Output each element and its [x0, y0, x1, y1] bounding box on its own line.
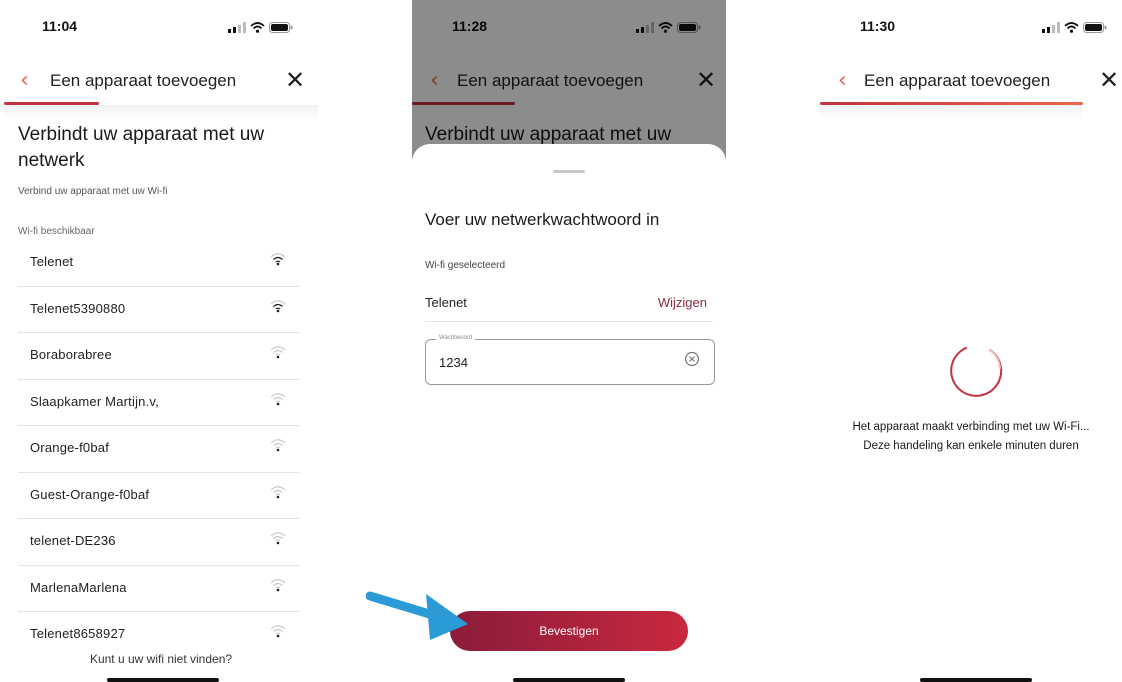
wifi-icon — [270, 392, 286, 411]
connecting-message-line2: Deze handeling kan enkele minuten duren — [863, 440, 1079, 452]
wifi-list-screen: 11:04 ‹ Een apparaat toevoegen ✕ Verbind… — [0, 0, 322, 682]
status-time: 11:04 — [42, 18, 78, 34]
wifi-icon — [270, 438, 286, 457]
wifi-network-name: telenet-DE236 — [30, 533, 116, 548]
divider — [425, 321, 713, 322]
nav-bar: ‹ Een apparaat toevoegen ✕ — [820, 66, 1122, 98]
wifi-network-name: Telenet — [30, 254, 74, 269]
wifi-icon — [270, 345, 286, 364]
page-subheading: Verbind uw apparaat met uw Wi-fi — [18, 186, 168, 197]
wifi-network-row[interactable]: Telenet — [18, 240, 300, 287]
header-shadow — [820, 105, 1082, 121]
page-heading-line2: netwerk — [18, 150, 85, 171]
wifi-network-row[interactable]: telenet-DE236 — [18, 519, 300, 566]
status-icons — [1042, 22, 1107, 33]
home-indicator — [513, 678, 625, 682]
wifi-status-icon — [250, 22, 265, 33]
status-icons — [228, 22, 293, 33]
wifi-icon — [270, 252, 286, 271]
back-icon[interactable]: ‹ — [838, 68, 847, 93]
wifi-icon — [270, 531, 286, 550]
status-bar: 11:04 — [0, 18, 322, 42]
close-icon[interactable]: ✕ — [285, 66, 305, 94]
wifi-status-icon — [1064, 22, 1079, 33]
wifi-network-name: Slaapkamer Martijn.v, — [30, 393, 159, 409]
wifi-network-name: Orange-f0baf — [30, 440, 110, 455]
wifi-icon — [270, 299, 286, 318]
battery-icon — [269, 22, 293, 33]
connecting-screen: 11:30 ‹ Een apparaat toevoegen ✕ Het app… — [820, 0, 1122, 682]
loading-spinner-icon — [950, 347, 1003, 397]
wifi-icon — [270, 485, 286, 504]
close-icon[interactable]: ✕ — [1099, 66, 1119, 94]
wifi-network-row[interactable]: Orange-f0baf — [18, 426, 300, 473]
password-field[interactable]: Wachtwoord 1234 — [425, 335, 715, 385]
status-bar: 11:30 — [820, 18, 1122, 42]
wifi-network-row[interactable]: Slaapkamer Martijn.v, — [18, 380, 300, 426]
wifi-icon — [270, 578, 286, 597]
selected-wifi-name: Telenet — [425, 295, 467, 310]
cannot-find-wifi-link[interactable]: Kunt u uw wifi niet vinden? — [0, 652, 322, 666]
wifi-network-row[interactable]: Telenet8658927 — [18, 612, 300, 658]
password-value[interactable]: 1234 — [439, 355, 468, 370]
wifi-network-row[interactable]: Guest-Orange-f0baf — [18, 473, 300, 519]
sheet-title: Voer uw netwerkwachtwoord in — [425, 210, 660, 229]
wifi-network-name: Telenet5390880 — [30, 300, 126, 316]
wifi-network-name: Guest-Orange-f0baf — [30, 486, 150, 502]
cellular-icon — [228, 22, 246, 33]
wifi-network-name: MarlenaMarlena — [30, 579, 127, 595]
connecting-message-line1: Het apparaat maakt verbinding met uw Wi-… — [852, 421, 1090, 433]
wifi-network-name: Boraborabree — [30, 347, 112, 362]
section-label: Wi-fi beschikbaar — [18, 226, 95, 237]
wifi-network-row[interactable]: MarlenaMarlena — [18, 566, 300, 612]
modal-backdrop[interactable] — [412, 0, 726, 160]
password-screen: 11:28 ‹ Een apparaat toevoegen ✕ Verbind… — [412, 0, 726, 682]
wifi-network-list: Telenet Telenet5390880 Boraborabree Slaapka… — [18, 240, 300, 658]
change-wifi-link[interactable]: Wijzigen — [658, 295, 707, 310]
back-icon[interactable]: ‹ — [20, 68, 29, 93]
nav-title: Een apparaat toevoegen — [864, 71, 1051, 90]
battery-icon — [1083, 22, 1107, 33]
status-time: 11:30 — [860, 18, 896, 34]
home-indicator — [920, 678, 1032, 682]
password-field-label: Wachtwoord — [436, 335, 476, 341]
clear-circle-icon[interactable] — [684, 351, 700, 372]
annotation-arrow-icon — [366, 591, 468, 640]
nav-title: Een apparaat toevoegen — [50, 71, 237, 90]
wifi-icon — [270, 624, 286, 643]
home-indicator — [107, 678, 219, 682]
wifi-network-row[interactable]: Telenet5390880 — [18, 287, 300, 333]
selected-wifi-label: Wi-fi geselecteerd — [425, 260, 506, 271]
nav-bar: ‹ Een apparaat toevoegen ✕ — [0, 66, 322, 98]
header-shadow — [4, 105, 318, 121]
page-heading-line1: Verbindt uw apparaat met uw — [18, 124, 265, 145]
cellular-icon — [1042, 22, 1060, 33]
page-heading: Verbindt uw apparaat met uw netwerk — [18, 122, 264, 174]
sheet-grabber[interactable] — [553, 170, 585, 173]
wifi-network-row[interactable]: Boraborabree — [18, 333, 300, 380]
wifi-network-name: Telenet8658927 — [30, 626, 126, 641]
